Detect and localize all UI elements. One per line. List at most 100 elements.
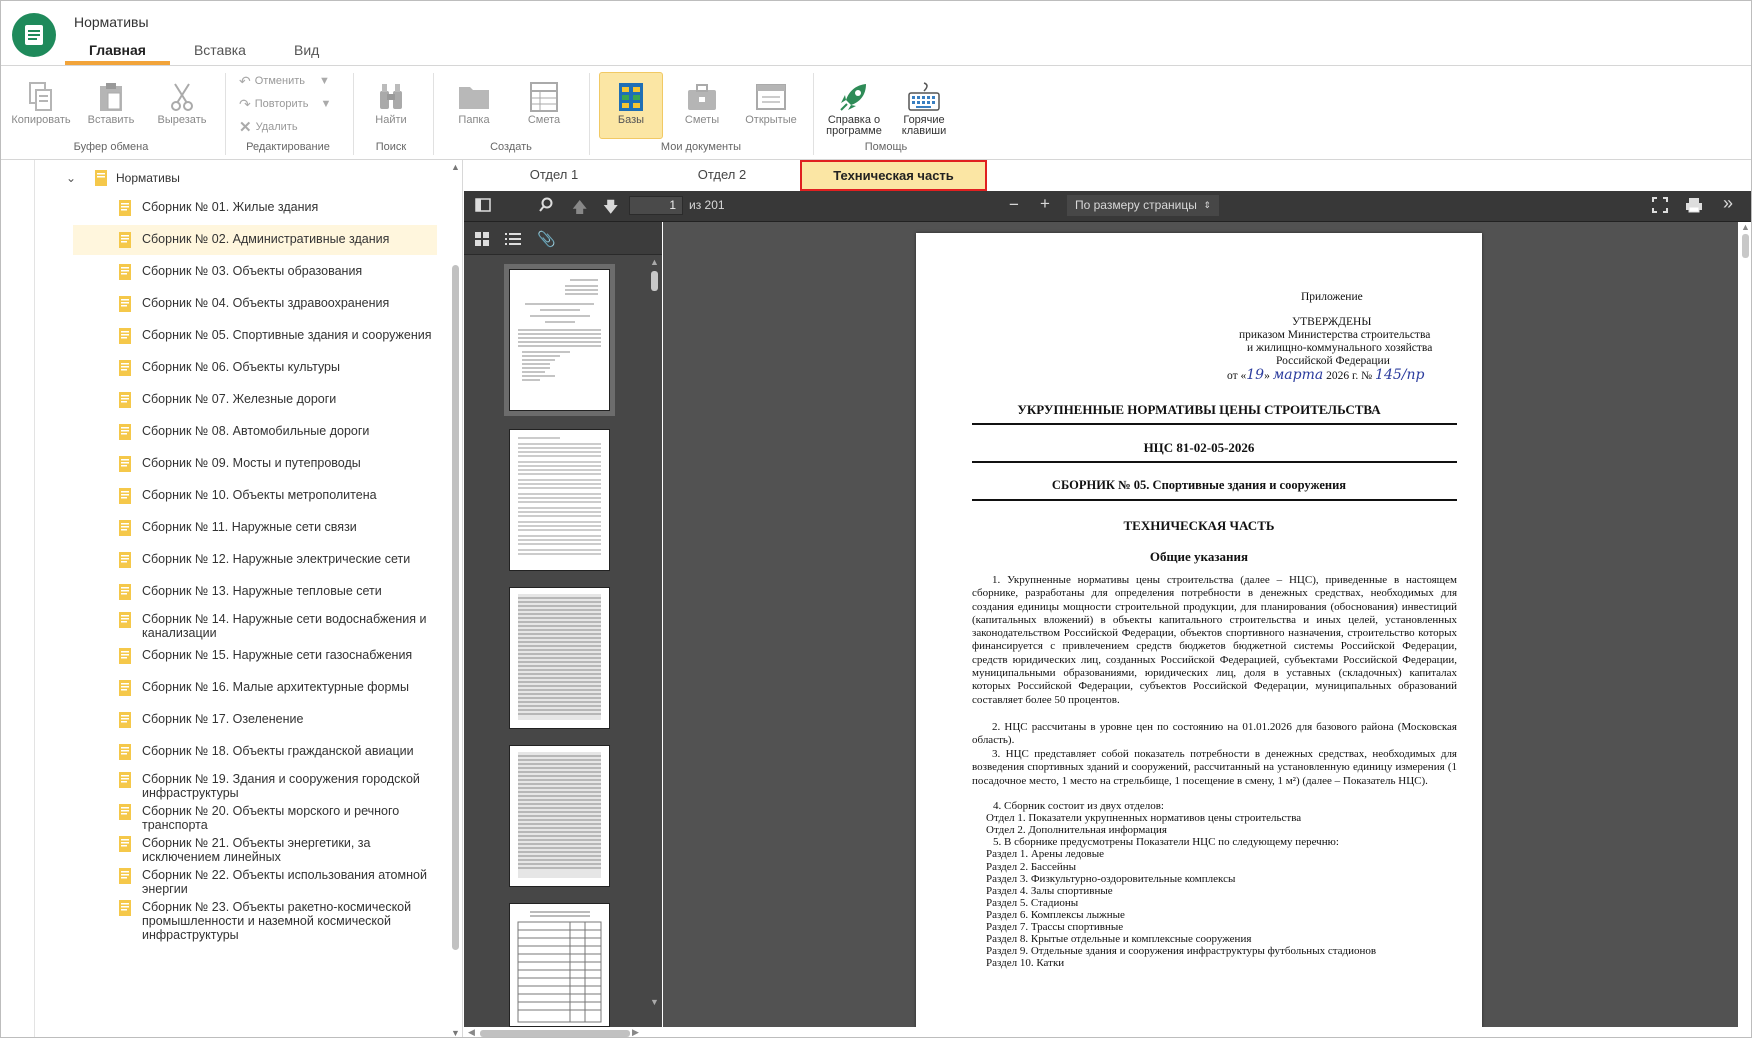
document-icon	[118, 900, 132, 916]
page-up-icon[interactable]: 🡅	[572, 197, 587, 222]
pdf-scroll-thumb[interactable]	[1742, 234, 1749, 258]
copy-button[interactable]: Копировать	[9, 81, 73, 126]
horizontal-scroll-thumb[interactable]	[480, 1030, 630, 1037]
tree-item[interactable]: Сборник № 16. Малые архитектурные формы	[73, 680, 437, 696]
hotkeys-button[interactable]: Горячие клавиши	[894, 81, 954, 137]
thumbnail-page-1[interactable]	[504, 264, 615, 416]
document-icon	[118, 360, 132, 376]
delete-label: Удалить	[255, 121, 298, 133]
tree-item[interactable]: Сборник № 06. Объекты культуры	[73, 360, 437, 376]
thumbnails-scroll-thumb[interactable]	[651, 271, 658, 291]
tree-item[interactable]: Сборник № 22. Объекты использования атом…	[73, 868, 437, 896]
tree-item[interactable]: Сборник № 02. Административные здания	[73, 225, 437, 255]
scroll-up-icon[interactable]: ▲	[650, 257, 659, 267]
chevron-down-icon[interactable]: ⌄	[66, 171, 82, 185]
thumbnails-scrollbar[interactable]: ▲ ▼	[649, 257, 661, 1007]
tree-item[interactable]: Сборник № 09. Мосты и путепроводы	[73, 456, 437, 472]
bases-label: Базы	[617, 114, 645, 126]
find-button[interactable]: Найти	[366, 81, 416, 126]
tree-item[interactable]: Сборник № 23. Объекты ракетно-космическо…	[73, 900, 437, 942]
tree-item[interactable]: Сборник № 10. Объекты метрополитена	[73, 488, 437, 504]
tree-scrollbar[interactable]: ▲ ▼	[450, 160, 462, 1037]
redo-button[interactable]: ↷ Повторить ▼	[239, 95, 331, 113]
undo-button[interactable]: ↶ Отменить ▼	[239, 72, 330, 90]
ribbon-separator	[353, 73, 354, 155]
scroll-up-icon[interactable]: ▲	[451, 162, 460, 172]
tab-technical-part[interactable]: Техническая часть	[800, 160, 987, 191]
zoom-in-icon[interactable]: +	[1040, 194, 1050, 214]
pdf-view[interactable]: Приложение УТВЕРЖДЕНЫ приказом Министерс…	[663, 222, 1738, 1027]
tree-scroll-thumb[interactable]	[452, 265, 459, 950]
tree-item[interactable]: Сборник № 12. Наружные электрические сет…	[73, 552, 437, 568]
thumbnail-page-4[interactable]	[509, 745, 610, 887]
tree-root-node[interactable]: ⌄ Нормативы	[66, 168, 180, 188]
pdf-scrollbar[interactable]: ▲	[1738, 222, 1751, 1027]
cut-button[interactable]: Вырезать	[151, 81, 213, 126]
attachments-icon[interactable]: 📎	[537, 230, 556, 248]
document-icon	[118, 712, 132, 728]
tab-section-1[interactable]: Отдел 1	[504, 160, 604, 191]
new-estimate-button[interactable]: Смета	[519, 81, 569, 126]
page-count: из 201	[689, 198, 725, 212]
tree-item[interactable]: Сборник № 13. Наружные тепловые сети	[73, 584, 437, 600]
tab-home[interactable]: Главная	[65, 41, 170, 65]
folder-icon	[459, 87, 489, 109]
tree-item[interactable]: Сборник № 20. Объекты морского и речного…	[73, 804, 437, 832]
tree-item[interactable]: Сборник № 05. Спортивные здания и сооруж…	[73, 328, 437, 344]
print-icon[interactable]	[1685, 197, 1703, 216]
scroll-right-icon[interactable]: ▶	[632, 1027, 639, 1037]
tab-insert[interactable]: Вставка	[170, 41, 270, 65]
thumbnail-page-3[interactable]	[509, 587, 610, 729]
opened-button[interactable]: Открытые	[741, 81, 801, 126]
thumbnail-page-5[interactable]	[509, 903, 610, 1027]
zoom-out-icon[interactable]: −	[1009, 195, 1019, 215]
tab-section-2[interactable]: Отдел 2	[672, 160, 772, 191]
zoom-select[interactable]: По размеру страницы ⇕	[1067, 195, 1219, 216]
document-icon	[118, 744, 132, 760]
tree-item[interactable]: Сборник № 04. Объекты здравоохранения	[73, 296, 437, 312]
tree-item[interactable]: Сборник № 21. Объекты энергетики, за иск…	[73, 836, 437, 864]
thumbnail-page-2[interactable]	[509, 429, 610, 571]
tree-item[interactable]: Сборник № 19. Здания и сооружения городс…	[73, 772, 437, 800]
tree-item[interactable]: Сборник № 14. Наружные сети водоснабжени…	[73, 612, 437, 640]
tree-item[interactable]: Сборник № 07. Железные дороги	[73, 392, 437, 408]
estimates-button[interactable]: Сметы	[674, 81, 730, 126]
scroll-left-icon[interactable]: ◀	[468, 1027, 475, 1037]
doc-order-date: от «19» марта 2026 г. № 145/пр	[1227, 367, 1425, 383]
scroll-down-icon[interactable]: ▼	[650, 997, 659, 1007]
new-folder-button[interactable]: Папка	[449, 81, 499, 126]
tree-item[interactable]: Сборник № 11. Наружные сети связи	[73, 520, 437, 536]
fullscreen-icon[interactable]	[1652, 197, 1668, 216]
outline-view-icon[interactable]	[505, 232, 521, 249]
tree-item[interactable]: Сборник № 18. Объекты гражданской авиаци…	[73, 744, 437, 760]
about-button[interactable]: Справка о программе	[821, 81, 887, 137]
search-icon[interactable]	[538, 197, 554, 216]
tree-item-label: Сборник № 05. Спортивные здания и сооруж…	[142, 328, 432, 342]
redo-dropdown-icon[interactable]: ▼	[320, 98, 331, 110]
paste-button[interactable]: Вставить	[81, 81, 141, 126]
doc-rule	[972, 461, 1457, 463]
doc-title: УКРУПНЕННЫЕ НОРМАТИВЫ ЦЕНЫ СТРОИТЕЛЬСТВА	[1017, 402, 1381, 417]
undo-dropdown-icon[interactable]: ▼	[319, 75, 330, 87]
page-down-icon[interactable]: 🡇	[603, 197, 618, 222]
more-tools-icon[interactable]: »	[1723, 193, 1733, 214]
page-number-input[interactable]: 1	[629, 196, 683, 215]
thumbnails-view-icon[interactable]	[475, 232, 489, 249]
sidebar-toggle-icon[interactable]	[475, 198, 491, 215]
tab-view[interactable]: Вид	[270, 41, 343, 65]
scroll-up-icon[interactable]: ▲	[1741, 222, 1750, 232]
tree-item[interactable]: Сборник № 15. Наружные сети газоснабжени…	[73, 648, 437, 664]
app-logo-icon[interactable]	[12, 13, 56, 57]
tree-item[interactable]: Сборник № 03. Объекты образования	[73, 264, 437, 280]
bases-button-content[interactable]: Базы	[603, 81, 659, 126]
create-group-label: Создать	[490, 141, 532, 153]
doc-order-number: 145/пр	[1375, 367, 1425, 383]
document-icon	[118, 772, 132, 788]
tree-item[interactable]: Сборник № 08. Автомобильные дороги	[73, 424, 437, 440]
tree-item[interactable]: Сборник № 01. Жилые здания	[73, 200, 437, 216]
tree-item[interactable]: Сборник № 17. Озеленение	[73, 712, 437, 728]
window-icon	[756, 84, 786, 110]
thumbnail-page-4-preview	[518, 752, 601, 878]
delete-button[interactable]: ✕ Удалить	[239, 118, 298, 136]
scroll-down-icon[interactable]: ▼	[451, 1028, 460, 1037]
